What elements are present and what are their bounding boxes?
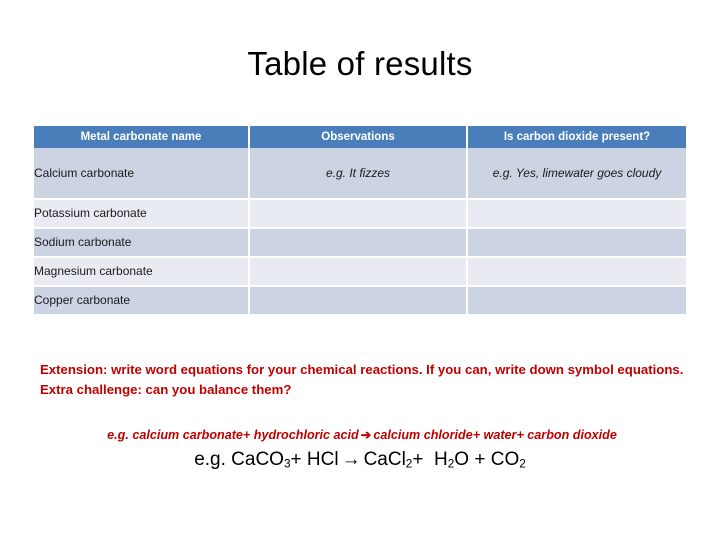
word-equation-products: calcium chloride+ water+ carbon dioxide xyxy=(373,428,617,442)
symbol-plus-1: + xyxy=(412,449,424,470)
symbol-plus-2: + xyxy=(474,449,486,470)
cell-observations[interactable] xyxy=(250,287,468,314)
cell-observations[interactable] xyxy=(250,200,468,229)
table-row: Potassium carbonate xyxy=(34,200,686,229)
table-row: Copper carbonate xyxy=(34,287,686,314)
cell-carbon-dioxide[interactable]: e.g. Yes, limewater goes cloudy xyxy=(468,148,686,200)
cell-observations[interactable]: e.g. It fizzes xyxy=(250,148,468,200)
cell-metal-name: Sodium carbonate xyxy=(34,229,250,258)
cell-carbon-dioxide[interactable] xyxy=(468,258,686,287)
cell-observations[interactable] xyxy=(250,229,468,258)
page-title: Table of results xyxy=(247,45,473,82)
word-equation-example: e.g. calcium carbonate+ hydrochloric aci… xyxy=(36,426,688,444)
column-header-observations: Observations xyxy=(250,126,468,148)
symbol-equation-product-1: CaCl xyxy=(363,449,406,470)
symbol-equation-product-2-suffix: O xyxy=(454,449,470,470)
word-equation-reactants: e.g. calcium carbonate+ hydrochloric aci… xyxy=(107,428,359,442)
symbol-subscript-2c: 2 xyxy=(519,457,526,471)
symbol-equation-reactant-2: + HCl xyxy=(290,449,339,470)
extension-task-text: Extension: write word equations for your… xyxy=(40,362,684,397)
cell-metal-name: Potassium carbonate xyxy=(34,200,250,229)
cell-metal-name: Magnesium carbonate xyxy=(34,258,250,287)
cell-carbon-dioxide[interactable] xyxy=(468,200,686,229)
table-header-row: Metal carbonate name Observations Is car… xyxy=(34,126,686,148)
cell-metal-name: Calcium carbonate xyxy=(34,148,250,200)
symbol-equation-example: e.g. CaCO3+ HCl → CaCl2+ H2O + CO2 xyxy=(0,448,720,477)
table-row: Magnesium carbonate xyxy=(34,258,686,287)
table-row: Calcium carbonate e.g. It fizzes e.g. Ye… xyxy=(34,148,686,200)
results-table: Metal carbonate name Observations Is car… xyxy=(34,126,686,314)
symbol-equation-reactant-1: e.g. CaCO xyxy=(194,449,284,470)
symbol-equation-product-3: CO xyxy=(490,449,520,470)
cell-carbon-dioxide[interactable] xyxy=(468,287,686,314)
table-row: Sodium carbonate xyxy=(34,229,686,258)
right-arrow-icon: ➔ xyxy=(360,428,372,442)
slide-canvas: Table of results Metal carbonate name Ob… xyxy=(0,0,720,540)
cell-carbon-dioxide[interactable] xyxy=(468,229,686,258)
column-header-metal-carbonate-name: Metal carbonate name xyxy=(34,126,250,148)
cell-metal-name: Copper carbonate xyxy=(34,287,250,314)
right-arrow-icon: → xyxy=(341,449,361,470)
table-body: Calcium carbonate e.g. It fizzes e.g. Ye… xyxy=(34,148,686,314)
table-header: Metal carbonate name Observations Is car… xyxy=(34,126,686,148)
column-header-carbon-dioxide: Is carbon dioxide present? xyxy=(468,126,686,148)
symbol-equation-product-2: H xyxy=(434,449,448,470)
cell-observations[interactable] xyxy=(250,258,468,287)
